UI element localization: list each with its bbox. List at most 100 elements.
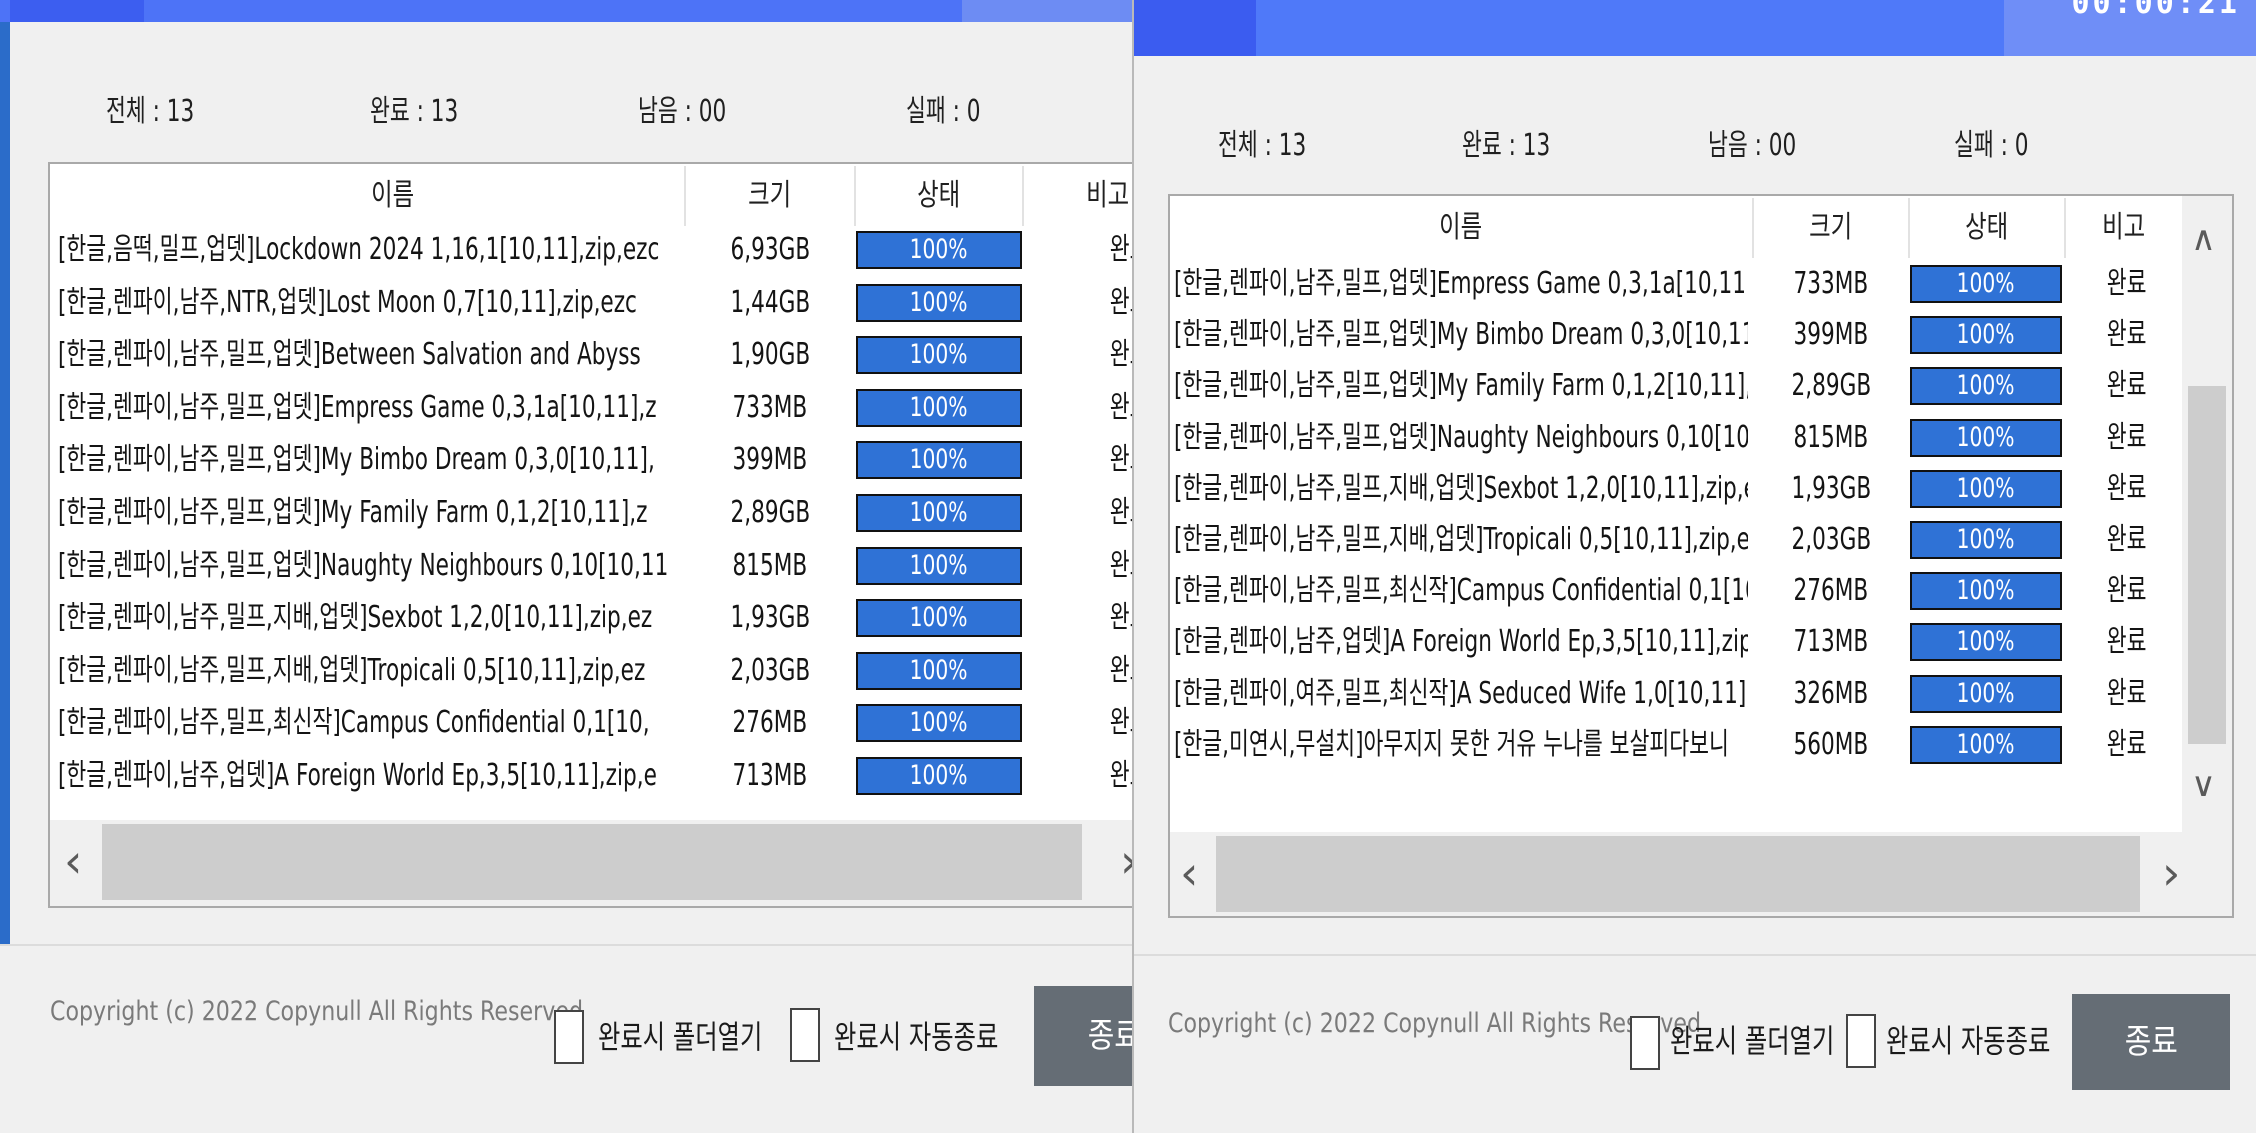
table-row[interactable]: [한글,렌파이,남주,NTR,업뎃]Lost Moon 0,7[10,11],z…	[50, 277, 1132, 329]
progress-bar: 100%	[1910, 469, 2062, 508]
download-window-right: 00:00:21 전체 : 13 완료 : 13 남음 : 00 실패 : 0 …	[1132, 0, 2256, 1133]
done-count: 완료 : 13	[1462, 128, 1551, 163]
file-size-cell: 733MB	[732, 389, 808, 425]
progress-text: 100%	[910, 707, 968, 739]
column-header-name[interactable]: 이름	[50, 164, 736, 228]
note-cell: 완료	[1110, 284, 1132, 320]
file-size-cell: 1,93GB	[1791, 470, 1871, 506]
open-folder-label: 완료시 폴더열기	[598, 1018, 763, 1056]
file-name-cell: [한글,렌파이,남주,밀프,업뎃]Between Salvation and A…	[58, 337, 641, 373]
note-cell: 완료	[2107, 522, 2147, 557]
file-name-cell: [한글,음떡,밀프,업뎃]Lockdown 2024 1,16,1[10,11]…	[58, 232, 660, 267]
progress-bar: 100%	[1910, 572, 2062, 611]
table-row[interactable]: [한글,미연시,무설치]아무지지 못한 거유 누나를 보살피다보니 560MB 10…	[1170, 719, 2180, 771]
scrollbar-thumb[interactable]	[2188, 386, 2226, 744]
file-name-cell: [한글,렌파이,남주,NTR,업뎃]Lost Moon 0,7[10,11],z…	[58, 284, 637, 320]
file-name-cell: [한글,렌파이,남주,밀프,지배,업뎃]Sexbot 1,2,0[10,11],…	[1174, 470, 1748, 506]
file-name-cell: [한글,렌파이,남주,밀프,최신작]Campus Confidential 0,…	[58, 705, 650, 741]
vertical-scrollbar[interactable]: ∧ ∨	[2182, 196, 2232, 832]
column-header-name[interactable]: 이름	[1170, 196, 1752, 260]
scrollbar-thumb[interactable]	[1216, 836, 2140, 912]
table-row[interactable]: [한글,렌파이,남주,밀프,지배,업뎃]Sexbot 1,2,0[10,11],…	[50, 592, 1132, 644]
scroll-right-icon[interactable]: ›	[1120, 838, 1132, 884]
table-row[interactable]: [한글,렌파이,남주,밀프,최신작]Campus Confidential 0,…	[1170, 565, 2180, 617]
download-window-left: 전체 : 13 완료 : 13 남음 : 00 실패 : 0 이름 크기 상태 …	[0, 0, 1132, 1133]
table-row[interactable]: [한글,렌파이,남주,밀프,지배,업뎃]Tropicali 0,5[10,11]…	[50, 645, 1132, 697]
column-header-size[interactable]: 크기	[1754, 196, 1908, 260]
open-folder-checkbox[interactable]	[1630, 1016, 1660, 1070]
horizontal-scrollbar[interactable]: ‹ ›	[50, 820, 1132, 906]
table-row[interactable]: [한글,렌파이,남주,밀프,업뎃]My Family Farm 0,1,2[10…	[50, 487, 1132, 539]
table-row[interactable]: [한글,렌파이,남주,업뎃]A Foreign World Ep,3,5[10,…	[50, 750, 1132, 802]
auto-exit-checkbox[interactable]	[1846, 1014, 1876, 1068]
counter-bar: 전체 : 13 완료 : 13 남음 : 00 실패 : 0	[0, 86, 1132, 136]
note-cell: 완료	[1110, 652, 1132, 688]
column-header-status[interactable]: 상태	[1910, 196, 2064, 260]
table-row[interactable]: [한글,렌파이,남주,업뎃]A Foreign World Ep,3,5[10,…	[1170, 616, 2180, 668]
file-name-cell: [한글,렌파이,남주,밀프,업뎃]Empress Game 0,3,1a[10,…	[58, 389, 657, 425]
table-row[interactable]: [한글,렌파이,남주,밀프,업뎃]My Bimbo Dream 0,3,0[10…	[50, 434, 1132, 486]
progress-text: 100%	[1957, 319, 2015, 351]
column-header-note[interactable]: 비고	[2066, 196, 2182, 260]
table-row[interactable]: [한글,렌파이,여주,밀프,최신작]A Seduced Wife 1,0[10,…	[1170, 668, 2180, 720]
file-size-cell: 733MB	[1793, 266, 1869, 301]
progress-bar: 100%	[856, 388, 1022, 427]
file-size-cell: 1,44GB	[730, 284, 810, 320]
file-name-cell: [한글,렌파이,남주,밀프,지배,업뎃]Tropicali 0,5[10,11]…	[1174, 522, 1748, 557]
file-size-cell: 276MB	[732, 705, 808, 741]
table-row[interactable]: [한글,렌파이,남주,밀프,업뎃]Empress Game 0,3,1a[10,…	[1170, 258, 2180, 310]
table-row[interactable]: [한글,렌파이,남주,밀프,최신작]Campus Confidential 0,…	[50, 697, 1132, 749]
progress-text: 100%	[910, 654, 968, 686]
progress-bar: 100%	[1910, 674, 2062, 713]
progress-bar: 100%	[856, 704, 1022, 743]
note-cell: 완료	[1110, 337, 1132, 373]
progress-text: 100%	[1957, 728, 2015, 760]
scrollbar-thumb[interactable]	[102, 824, 1082, 900]
progress-bar: 100%	[1910, 316, 2062, 355]
table-row[interactable]: [한글,렌파이,남주,밀프,지배,업뎃]Sexbot 1,2,0[10,11],…	[1170, 463, 2180, 515]
table-row[interactable]: [한글,음떡,밀프,업뎃]Lockdown 2024 1,16,1[10,11]…	[50, 224, 1132, 276]
download-list[interactable]: 이름 크기 상태 비고 [한글,렌파이,남주,밀프,업뎃]Empress Gam…	[1168, 194, 2234, 918]
done-count: 완료 : 13	[370, 94, 459, 129]
file-name-cell: [한글,렌파이,남주,업뎃]A Foreign World Ep,3,5[10,…	[58, 758, 657, 793]
table-row[interactable]: [한글,렌파이,남주,밀프,업뎃]My Family Farm 0,1,2[10…	[1170, 360, 2180, 412]
file-size-cell: 713MB	[732, 758, 808, 793]
file-size-cell: 326MB	[1793, 675, 1869, 711]
progress-text: 100%	[1957, 472, 2015, 504]
table-row[interactable]: [한글,렌파이,남주,밀프,업뎃]Between Salvation and A…	[50, 329, 1132, 381]
progress-text: 100%	[1957, 268, 2015, 299]
table-row[interactable]: [한글,렌파이,남주,밀프,지배,업뎃]Tropicali 0,5[10,11]…	[1170, 514, 2180, 566]
file-name-cell: [한글,렌파이,남주,밀프,업뎃]My Bimbo Dream 0,3,0[10…	[58, 442, 655, 478]
note-cell: 완료	[1110, 232, 1132, 267]
scroll-left-icon[interactable]: ‹	[64, 838, 82, 884]
column-header-status[interactable]: 상태	[856, 164, 1022, 228]
file-name-cell: [한글,렌파이,여주,밀프,최신작]A Seduced Wife 1,0[10,…	[1174, 675, 1748, 711]
note-cell: 완료	[2107, 573, 2147, 609]
horizontal-scrollbar[interactable]: ‹ ›	[1170, 832, 2232, 916]
exit-button[interactable]: 종료	[1034, 986, 1132, 1086]
open-folder-checkbox[interactable]	[554, 1010, 584, 1064]
download-list[interactable]: 이름 크기 상태 비고 [한글,음떡,밀프,업뎃]Lockdown 2024 1…	[48, 162, 1132, 908]
progress-text: 100%	[910, 602, 968, 634]
scroll-left-icon[interactable]: ‹	[1180, 850, 1198, 896]
column-header-size[interactable]: 크기	[686, 164, 854, 228]
footer-bar: Copyright (c) 2022 Copynull All Rights R…	[0, 944, 1132, 1133]
note-cell: 완료	[1110, 547, 1132, 583]
title-bar[interactable]: 00:00:21	[1134, 0, 2256, 56]
file-name-cell: [한글,렌파이,남주,밀프,최신작]Campus Confidential 0,…	[1174, 573, 1748, 609]
table-row[interactable]: [한글,렌파이,남주,밀프,업뎃]Naughty Neighbours 0,10…	[50, 540, 1132, 592]
progress-text: 100%	[910, 497, 968, 528]
column-header-note[interactable]: 비고	[1024, 164, 1132, 228]
table-row[interactable]: [한글,렌파이,남주,밀프,업뎃]Naughty Neighbours 0,10…	[1170, 412, 2180, 464]
scroll-right-icon[interactable]: ›	[2162, 850, 2180, 896]
exit-button[interactable]: 종료	[2072, 994, 2230, 1090]
progress-text: 100%	[910, 286, 968, 318]
title-bar[interactable]	[0, 0, 1132, 22]
file-size-cell: 276MB	[1793, 573, 1869, 609]
scroll-down-icon[interactable]: ∨	[2191, 762, 2216, 808]
table-row[interactable]: [한글,렌파이,남주,밀프,업뎃]My Bimbo Dream 0,3,0[10…	[1170, 309, 2180, 361]
table-row[interactable]: [한글,렌파이,남주,밀프,업뎃]Empress Game 0,3,1a[10,…	[50, 382, 1132, 434]
progress-text: 100%	[1957, 626, 2015, 658]
scroll-up-icon[interactable]: ∧	[2191, 216, 2216, 262]
auto-exit-checkbox[interactable]	[790, 1008, 820, 1062]
